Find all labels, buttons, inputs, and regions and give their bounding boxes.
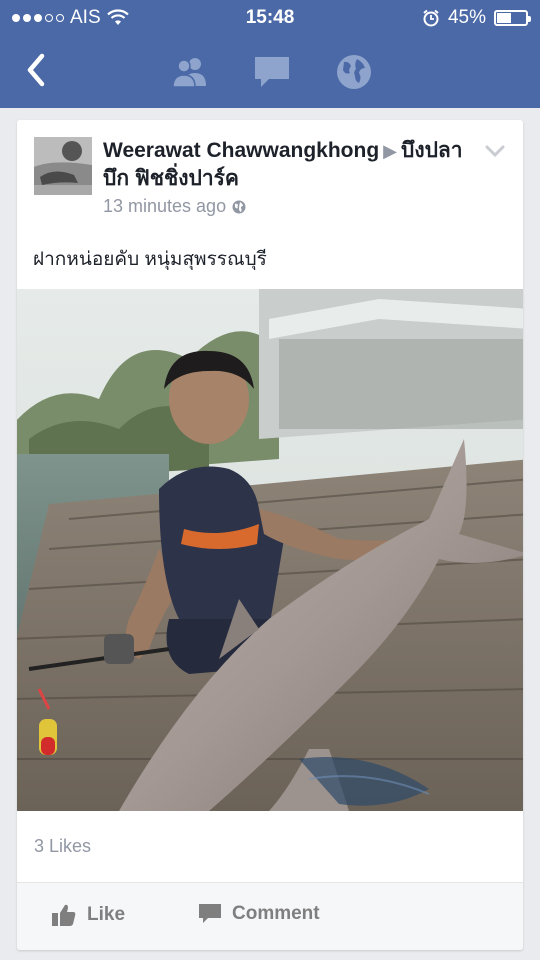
globe-icon[interactable]: [334, 52, 374, 92]
like-count[interactable]: 3 Likes: [34, 836, 91, 857]
battery-icon: [494, 10, 531, 26]
back-chevron-icon[interactable]: [18, 50, 58, 90]
public-globe-icon: [232, 200, 246, 213]
at-arrow-icon: ▶: [383, 141, 398, 161]
like-label: Like: [87, 904, 126, 925]
comment-label: Comment: [232, 903, 320, 924]
thumbs-up-icon: [52, 904, 76, 926]
nav-bar: [0, 36, 540, 108]
post-header: Weerawat Chawwangkhong ▶ บึงปลาบึก ฟิชชิ่ง…: [103, 137, 473, 193]
comment-icon: [199, 904, 221, 923]
status-bar: AIS 15:48 45%: [0, 0, 540, 36]
post-photo[interactable]: [17, 289, 523, 811]
comment-button[interactable]: Comment: [198, 903, 320, 925]
friends-icon[interactable]: [170, 52, 210, 92]
news-feed-post: Weerawat Chawwangkhong ▶ บึงปลาบึก ฟิชชิ่ง…: [17, 120, 523, 950]
status-right: 45%: [422, 7, 531, 29]
messages-icon[interactable]: [252, 52, 292, 92]
post-timestamp[interactable]: 13 minutes ago: [103, 196, 226, 217]
author-name[interactable]: Weerawat Chawwangkhong: [103, 139, 379, 162]
post-meta: 13 minutes ago: [103, 196, 246, 217]
avatar[interactable]: [34, 137, 92, 195]
like-button[interactable]: Like: [51, 903, 125, 927]
battery-percent: 45%: [447, 7, 486, 28]
chevron-down-icon[interactable]: [485, 144, 505, 158]
post-actions: Like Comment: [17, 883, 523, 950]
post-text: ฝากหน่อยคับ หนุ่มสุพรรณบุรี: [33, 249, 267, 270]
photo-fisherman-with-catfish: [17, 289, 523, 811]
alarm-icon: [423, 9, 439, 27]
